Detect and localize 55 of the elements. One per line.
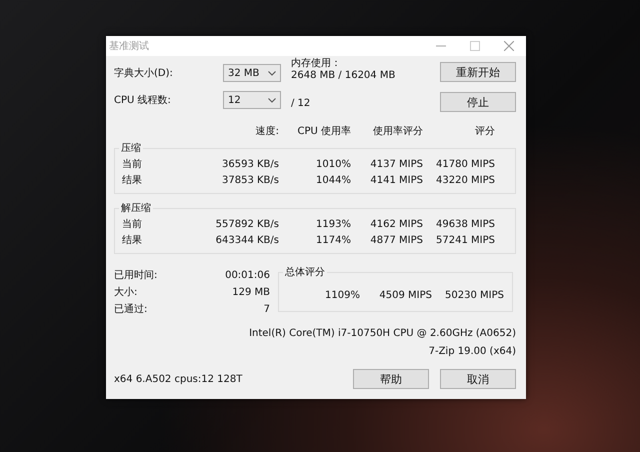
chevron-icon xyxy=(268,70,276,76)
table-cell-text: 49638 MIPS xyxy=(435,218,495,232)
action-button[interactable]: 停止 xyxy=(440,92,516,112)
group-title: 解压缩 xyxy=(119,202,153,215)
window-title: 基准测试 xyxy=(109,40,150,53)
table-cell-text: 37853 KB/s xyxy=(221,174,279,188)
table-cell-text: 50230 MIPS xyxy=(444,290,504,300)
table-cell-text: 57241 MIPS xyxy=(435,234,495,248)
dialog-button[interactable]: 帮助 xyxy=(353,369,429,389)
stat-label: 大小: xyxy=(114,286,138,300)
version-text: 7-Zip 19.00 (x64) xyxy=(428,345,516,359)
row-label: 当前 xyxy=(122,158,143,172)
dropdown[interactable]: 12 xyxy=(223,91,281,109)
stat-label: 已通过: xyxy=(114,302,148,317)
table-cell-text: 4137 MIPS xyxy=(369,158,423,172)
close-icon[interactable] xyxy=(504,41,514,51)
stat-value: 7 xyxy=(262,303,270,317)
chevron-icon xyxy=(268,98,276,102)
table-cell-text: 43220 MIPS xyxy=(435,174,495,188)
column-header: 速度: xyxy=(254,124,279,139)
cpu-info: Intel(R) Core(TM) i7-10750H CPU @ 2.60GHz (A0652) xyxy=(248,327,516,341)
setting-label: CPU 线程数: xyxy=(114,94,172,107)
stat-value: 129 MB xyxy=(231,286,270,300)
memory-value: 2648 MB / 16204 MB xyxy=(291,70,396,82)
table-cell-text: 4162 MIPS xyxy=(369,218,423,232)
dropdown[interactable]: 32 MB xyxy=(223,64,281,82)
row-label: 结果 xyxy=(122,234,143,248)
stat-label: 已用时间: xyxy=(114,268,158,283)
table-cell-text: 557892 KB/s xyxy=(214,218,279,232)
table-cell-text: 1174% xyxy=(315,234,351,248)
table-cell-text: 1193% xyxy=(315,218,351,232)
table-cell-text: 643344 KB/s xyxy=(214,234,279,248)
group-title: 压缩 xyxy=(119,142,143,155)
action-button[interactable]: 重新开始 xyxy=(440,62,516,82)
dialog-button[interactable]: 取消 xyxy=(440,369,516,389)
table-cell-text: 4141 MIPS xyxy=(369,174,423,188)
column-header: 评分 xyxy=(474,125,495,139)
row-label: 结果 xyxy=(122,174,143,188)
column-header: CPU 使用率 xyxy=(296,124,351,139)
table-cell-text: 1109% xyxy=(324,290,360,300)
table-cell-text: 4877 MIPS xyxy=(369,234,423,248)
group-title: 总体评分 xyxy=(283,266,327,279)
setting-label: 字典大小(D): xyxy=(114,66,174,80)
table-cell-text: 36593 KB/s xyxy=(221,158,279,172)
column-header: 使用率评分 xyxy=(372,124,423,139)
table-cell-text: 1010% xyxy=(315,158,351,172)
system-info: x64 6.A502 cpus:12 128T xyxy=(114,374,244,384)
table-cell-text: 4509 MIPS xyxy=(378,290,432,300)
row-label: 当前 xyxy=(122,218,143,232)
maximize-icon[interactable] xyxy=(470,41,480,51)
table-cell-text: 1044% xyxy=(315,174,351,188)
table-cell-text: 41780 MIPS xyxy=(435,158,495,172)
thread-total: / 12 xyxy=(291,98,310,108)
stat-value: 00:01:06 xyxy=(224,269,270,283)
memory-label: 内存使用： xyxy=(291,58,342,70)
